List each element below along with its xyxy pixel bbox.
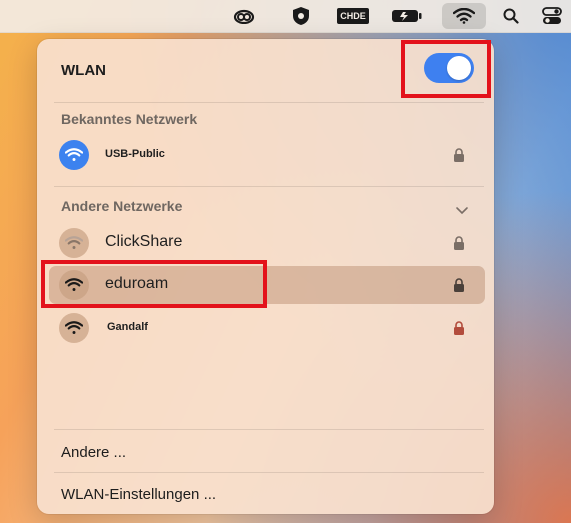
- wlan-settings-item[interactable]: WLAN-Einstellungen ...: [61, 486, 216, 503]
- network-name: USB-Public: [105, 148, 165, 160]
- wifi-icon: [59, 313, 89, 343]
- other-networks-heading: Andere Netzwerke: [61, 198, 183, 214]
- lock-icon: [453, 236, 465, 255]
- divider: [54, 429, 484, 430]
- lock-icon: [453, 148, 465, 167]
- wifi-icon: [59, 228, 89, 258]
- other-networks-item[interactable]: Andere ...: [61, 444, 126, 461]
- control-center-icon[interactable]: [540, 5, 564, 27]
- highlight-box-toggle: [401, 40, 491, 98]
- divider: [54, 472, 484, 473]
- wifi-icon: [59, 140, 89, 170]
- keyboard-layout-label: CHDE: [337, 8, 369, 24]
- highlight-box-eduroam: [41, 260, 267, 308]
- lock-icon: [453, 321, 465, 340]
- panel-title: WLAN: [61, 62, 106, 79]
- lock-icon: [453, 278, 465, 297]
- divider: [54, 186, 484, 187]
- network-row-usb-public[interactable]: USB-Public: [49, 136, 485, 174]
- network-name: Gandalf: [107, 321, 148, 333]
- spotlight-search-icon[interactable]: [500, 5, 522, 27]
- network-row-clickshare[interactable]: ClickShare: [49, 224, 485, 262]
- wifi-menu-icon[interactable]: [442, 3, 486, 29]
- divider: [54, 102, 484, 103]
- creative-cloud-icon[interactable]: [231, 5, 257, 27]
- known-networks-heading: Bekanntes Netzwerk: [61, 111, 198, 127]
- chevron-down-icon[interactable]: [455, 202, 469, 220]
- shield-vpn-icon[interactable]: [289, 5, 313, 27]
- menu-bar: CHDE: [0, 0, 571, 33]
- keyboard-layout-badge[interactable]: CHDE: [337, 5, 369, 27]
- battery-icon[interactable]: [389, 5, 425, 27]
- wlan-panel: WLAN Bekanntes Netzwerk USB-Public Ander…: [37, 39, 494, 514]
- network-row-gandalf[interactable]: Gandalf: [49, 309, 485, 347]
- network-name: ClickShare: [105, 233, 183, 250]
